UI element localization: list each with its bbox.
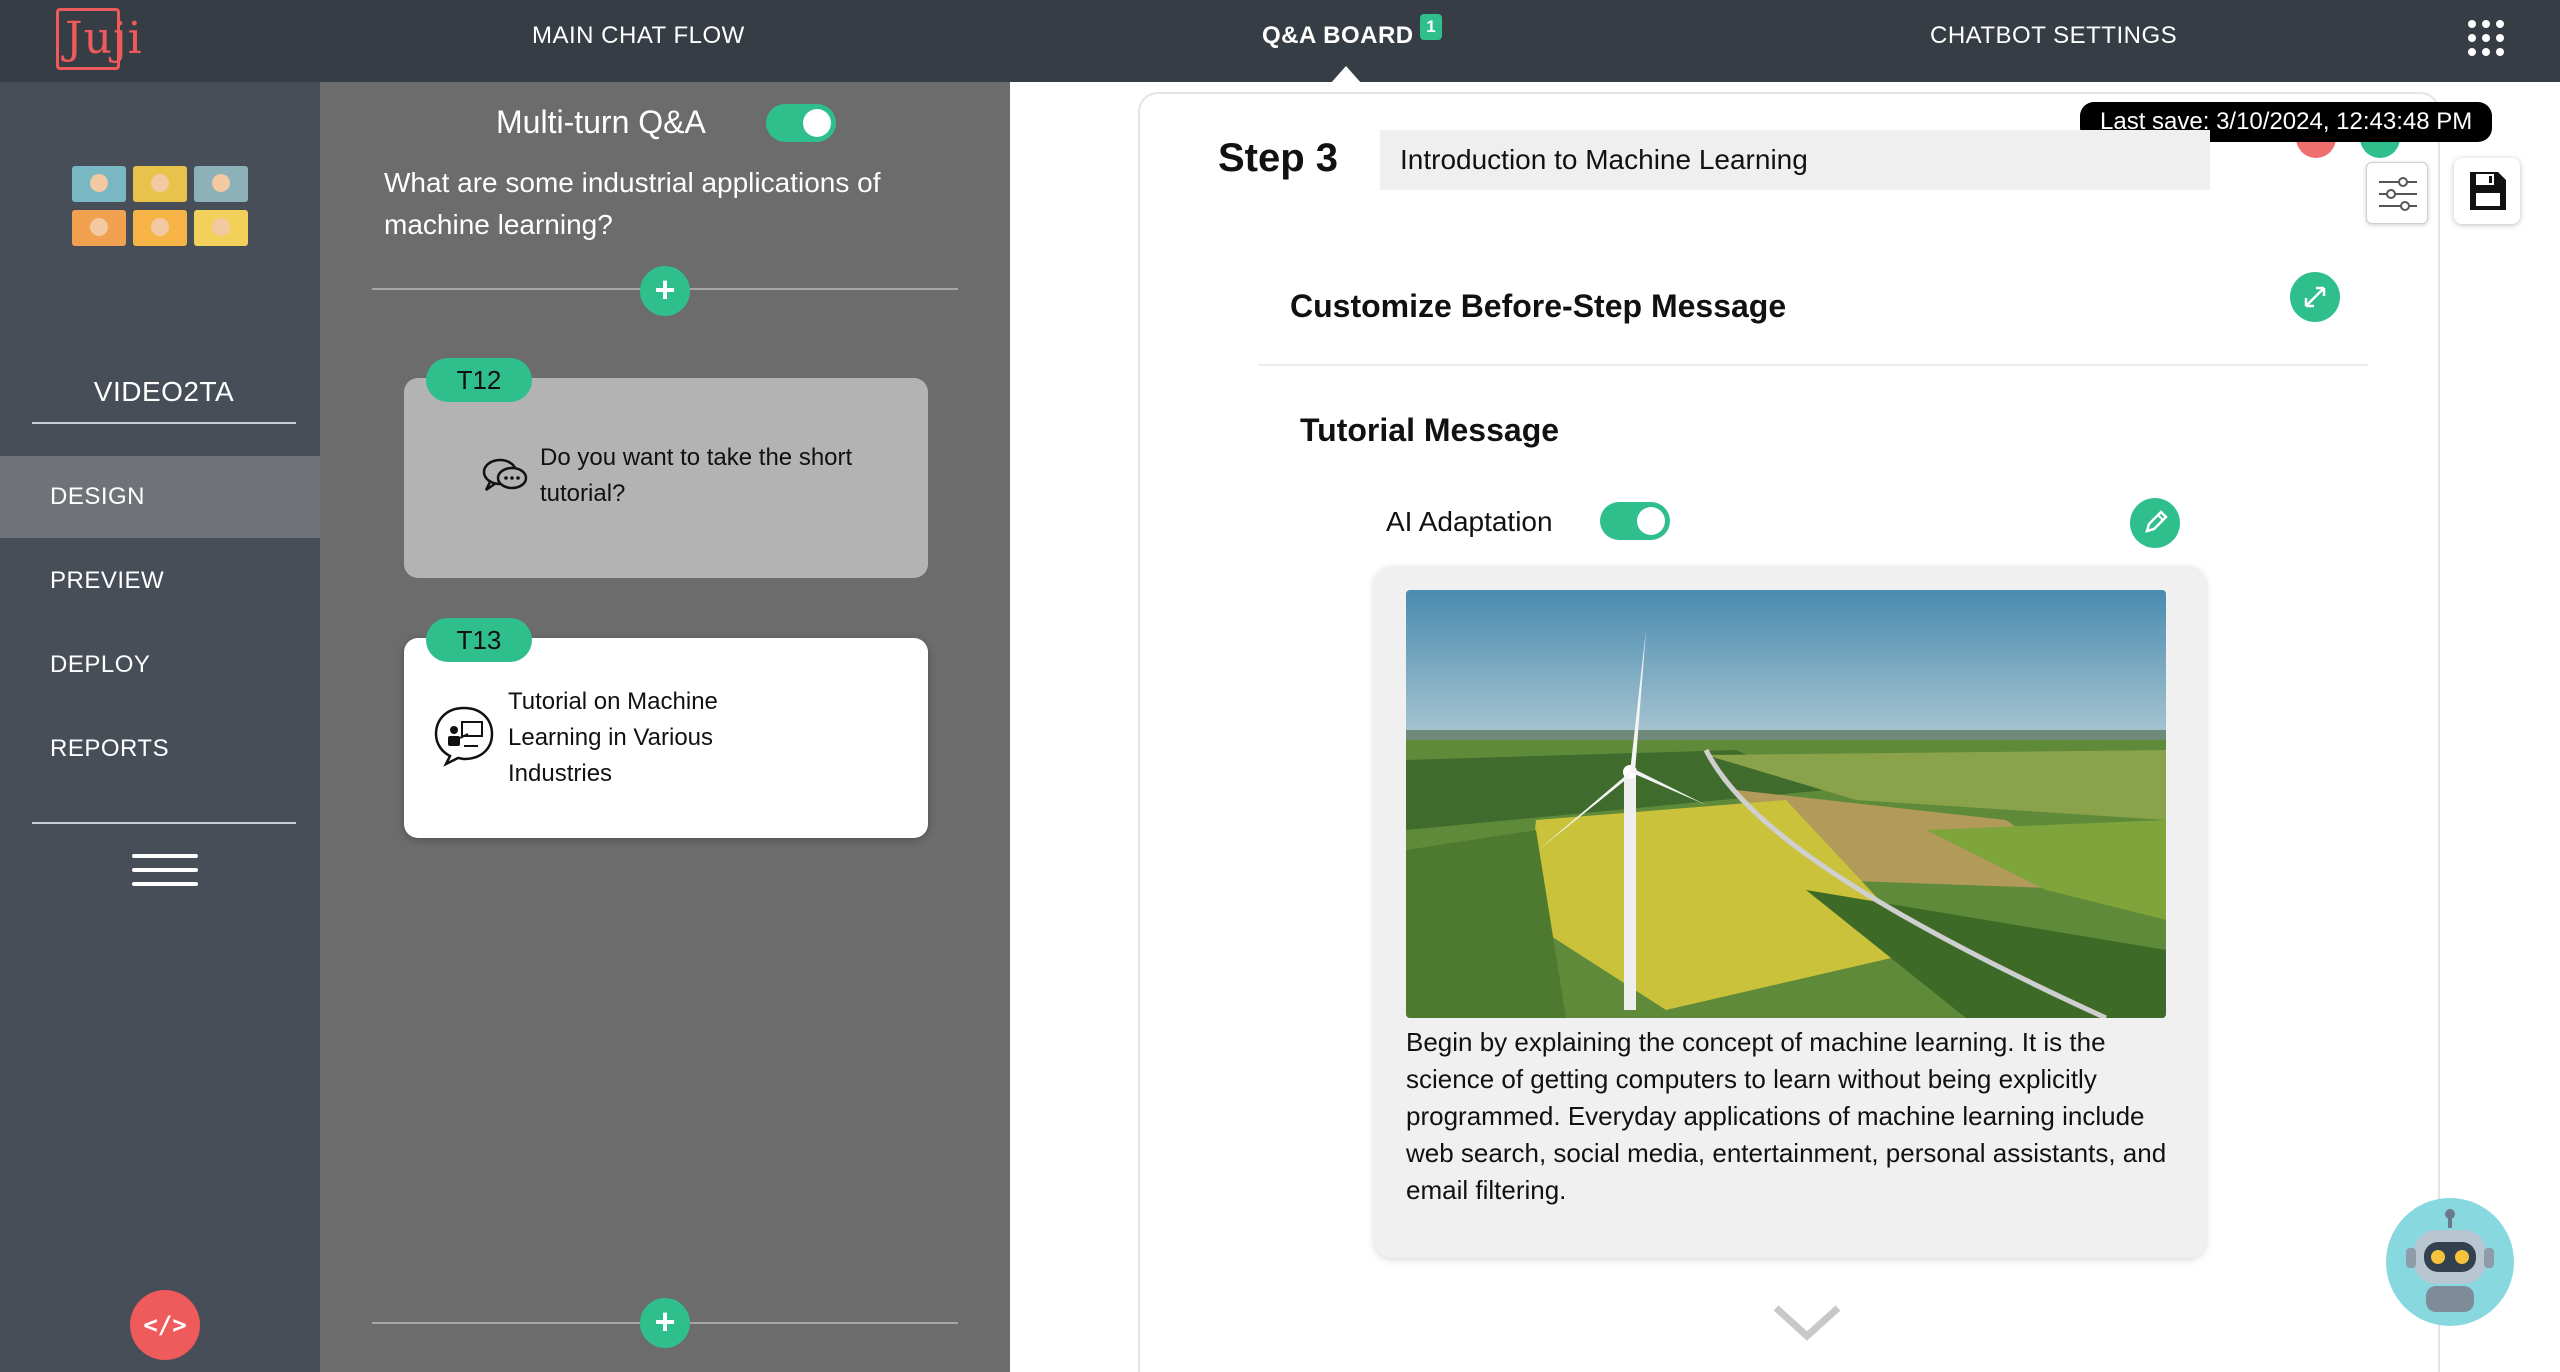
tutorial-message-text[interactable]: Begin by explaining the concept of machi… (1406, 1024, 2176, 1209)
sidebar-item-deploy[interactable]: DEPLOY (0, 624, 320, 706)
qa-board-count-badge: 1 (1420, 14, 1442, 40)
wind-turbine-image (1406, 590, 2166, 1018)
topic-card-text: Do you want to take the short tutorial? (540, 444, 853, 507)
step-label: Step 3 (1218, 136, 1339, 180)
step-title-input[interactable] (1380, 130, 2210, 190)
topic-tag: T13 (426, 618, 532, 662)
save-icon[interactable] (2454, 158, 2520, 224)
hamburger-menu-icon[interactable] (132, 854, 198, 888)
embed-code-button[interactable]: </> (130, 1290, 200, 1360)
avatar (72, 210, 126, 246)
avatar (133, 166, 187, 202)
avatar (133, 210, 187, 246)
multi-turn-qa-toggle[interactable] (766, 104, 836, 142)
ai-adaptation-label: AI Adaptation (1386, 506, 1553, 537)
tutorial-message-title: Tutorial Message (1300, 412, 1560, 448)
sidebar-item-design[interactable]: DESIGN (0, 456, 320, 538)
qa-topics-panel: Multi-turn Q&A What are some industrial … (320, 82, 1010, 1372)
avatar (194, 210, 248, 246)
project-avatar-collage (72, 166, 248, 250)
topic-tag: T12 (426, 358, 532, 402)
divider (1258, 364, 2368, 366)
add-topic-button-top[interactable]: + (640, 266, 690, 316)
chevron-down-icon[interactable] (1772, 1302, 1842, 1342)
divider (32, 822, 296, 824)
topic-card-text: Tutorial on Machine Learning in Various … (508, 688, 718, 787)
avatar (72, 166, 126, 202)
edit-pencil-icon[interactable] (2130, 498, 2180, 548)
sidebar-item-reports[interactable]: REPORTS (0, 708, 320, 790)
topic-card-t12[interactable]: T12 Do you want to take the short tutori… (404, 358, 928, 578)
expand-icon[interactable] (2290, 272, 2340, 322)
multi-turn-qa-label: Multi-turn Q&A (496, 104, 706, 140)
divider (32, 422, 296, 424)
logo-text: Juji (65, 13, 143, 64)
before-step-message-title: Customize Before-Step Message (1290, 288, 1787, 324)
tutorial-message-box[interactable]: Begin by explaining the concept of machi… (1374, 566, 2206, 1258)
left-sidebar: VIDEO2TA DESIGN PREVIEW DEPLOY REPORTS <… (0, 82, 320, 1372)
chatbot-assistant-icon[interactable] (2386, 1198, 2514, 1326)
nav-chatbot-settings[interactable]: CHATBOT SETTINGS (1930, 22, 2177, 50)
nav-main-chat-flow[interactable]: MAIN CHAT FLOW (532, 22, 745, 50)
apps-grid-icon[interactable] (2468, 20, 2504, 56)
chat-bubbles-icon (482, 458, 528, 492)
topic-card-t13[interactable]: T13 Tutorial on Machine Learning in Vari… (404, 618, 928, 838)
ai-adaptation-toggle[interactable] (1600, 502, 1670, 540)
project-name[interactable]: VIDEO2TA (32, 376, 296, 408)
add-topic-button-bottom[interactable]: + (640, 1298, 690, 1348)
top-navigation-bar: Juji MAIN CHAT FLOW Q&A BOARD 1 CHATBOT … (0, 0, 2560, 84)
tutorial-presentation-icon (434, 706, 494, 767)
avatar (194, 166, 248, 202)
sidebar-item-preview[interactable]: PREVIEW (0, 540, 320, 622)
settings-sliders-icon[interactable] (2366, 162, 2428, 224)
nav-qa-board[interactable]: Q&A BOARD (1262, 22, 1414, 50)
qa-question-text[interactable]: What are some industrial applications of… (384, 162, 984, 246)
juji-logo[interactable]: Juji (56, 8, 142, 70)
step-editor: Last save: 3/10/2024, 12:43:48 PM Step 3… (1010, 82, 2560, 1372)
